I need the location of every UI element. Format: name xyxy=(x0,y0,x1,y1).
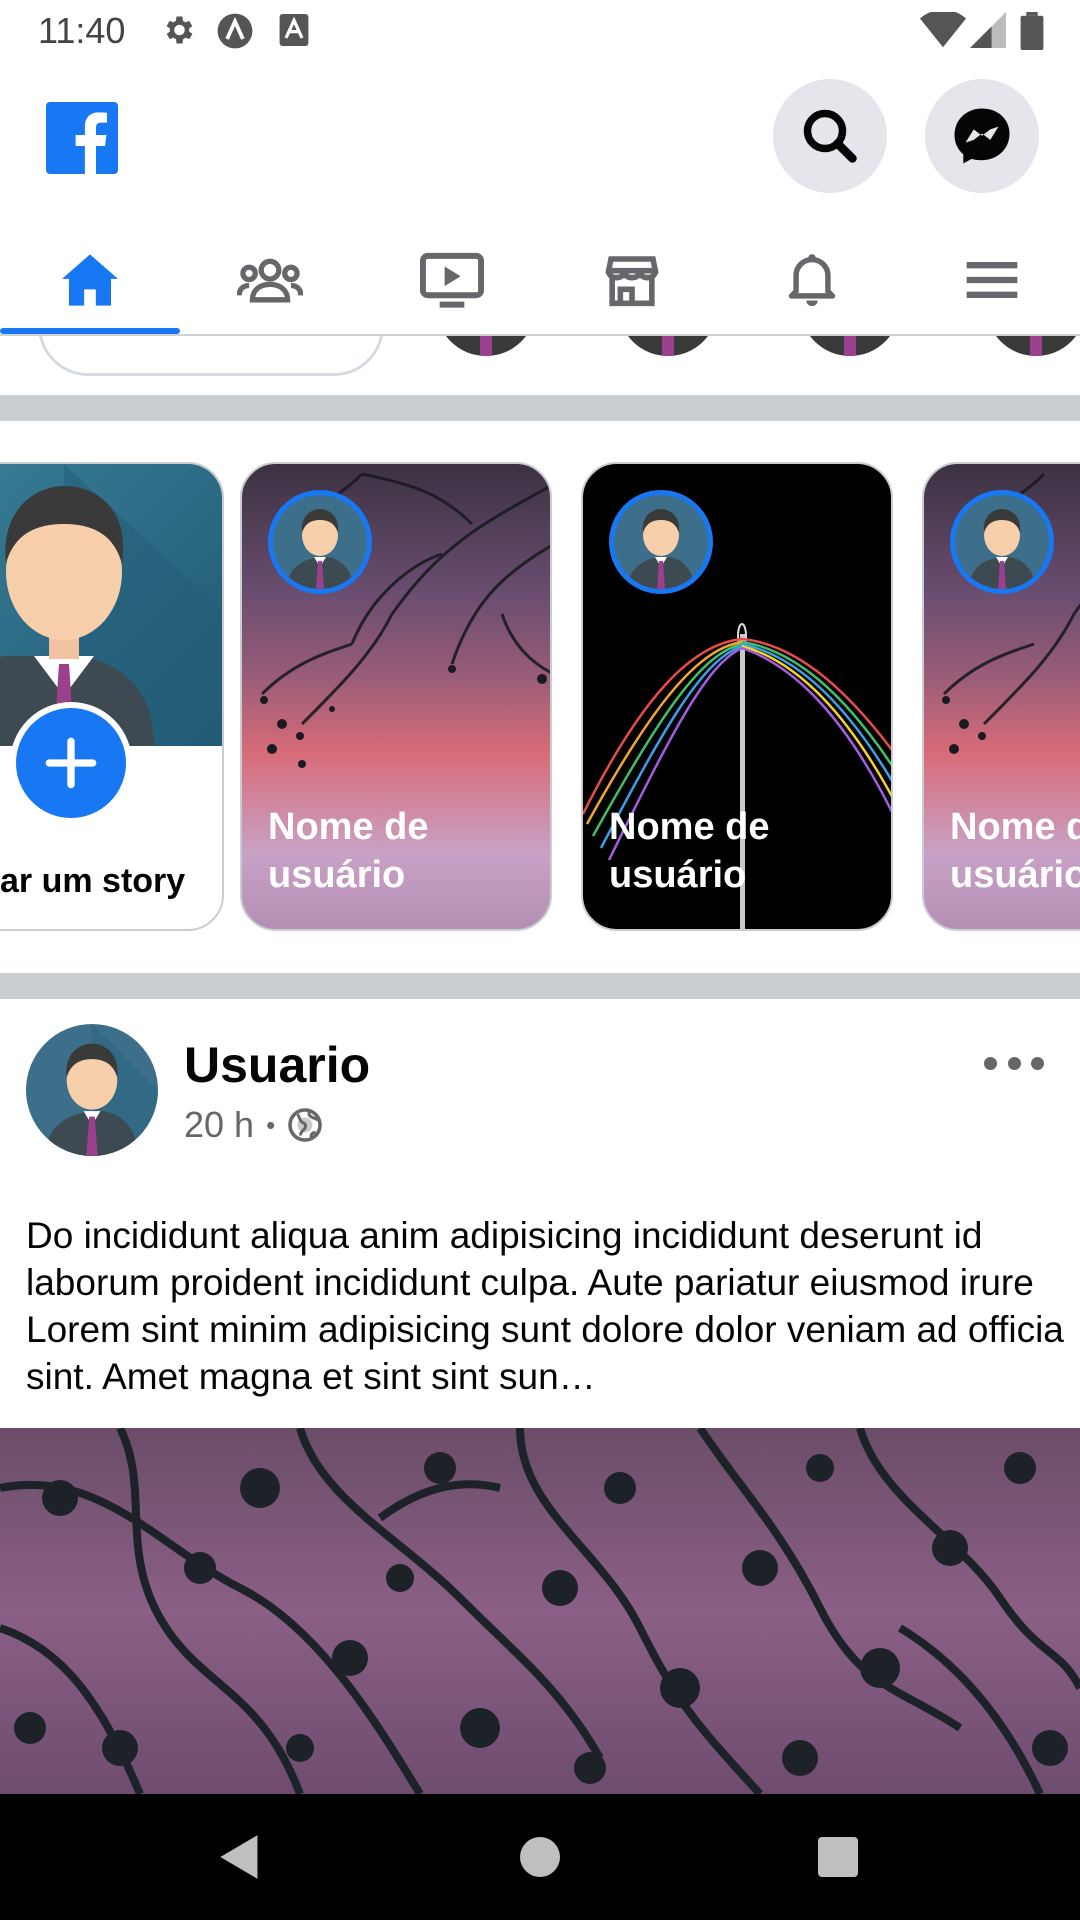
branches-photo xyxy=(0,1428,1080,1794)
globe-icon xyxy=(288,1108,322,1142)
stories-carousel[interactable]: ar um story Nome de usuário Nome de usuá… xyxy=(0,421,1080,974)
messenger-button[interactable] xyxy=(925,79,1039,193)
recents-button[interactable] xyxy=(778,1794,898,1920)
story-username: Nome de usuário xyxy=(950,806,1080,896)
more-dot-icon xyxy=(1031,1056,1044,1070)
gear-icon xyxy=(166,16,193,44)
app-header xyxy=(0,64,1080,214)
add-story-button[interactable] xyxy=(10,702,132,824)
status-time: 11:40 xyxy=(38,10,126,51)
menu-icon xyxy=(966,262,1018,298)
avatar xyxy=(986,336,1080,356)
story-avatar xyxy=(609,490,713,594)
back-icon xyxy=(220,1835,258,1879)
avatar xyxy=(618,336,718,356)
tab-menu[interactable] xyxy=(902,226,1080,334)
cell-signal-icon xyxy=(970,12,1006,48)
watch-icon xyxy=(420,252,484,308)
user-profile-picture xyxy=(0,464,222,746)
person-avatar-illustration xyxy=(0,464,222,746)
post-timestamp[interactable]: 20 h xyxy=(184,1104,254,1146)
recents-square-icon xyxy=(818,1837,858,1877)
person-avatar-illustration xyxy=(969,509,1035,589)
section-divider xyxy=(0,973,1080,999)
person-avatar-illustration xyxy=(287,509,353,589)
person-avatar-illustration xyxy=(45,1024,158,1156)
tab-notifications[interactable] xyxy=(722,226,902,334)
post-image[interactable] xyxy=(0,1428,1080,1794)
post-author-avatar[interactable] xyxy=(26,1024,158,1156)
friends-icon xyxy=(237,258,303,303)
plus-icon xyxy=(45,737,97,789)
post-meta: 20 h • xyxy=(184,1104,323,1146)
home-button[interactable] xyxy=(480,1794,600,1920)
messenger-icon xyxy=(954,108,1010,164)
post-body-text[interactable]: Do incididunt aliqua anim adipisicing in… xyxy=(26,1212,1066,1400)
bell-icon xyxy=(788,254,836,307)
marketplace-icon xyxy=(605,256,659,307)
battery-icon xyxy=(1020,12,1044,50)
a-box-icon xyxy=(279,14,309,46)
system-nav-bar xyxy=(0,1794,1080,1920)
story-username: Nome de usuário xyxy=(609,806,770,896)
search-icon xyxy=(803,109,857,163)
scrolled-story-row xyxy=(0,336,1080,396)
tab-watch[interactable] xyxy=(362,226,542,334)
tab-friends[interactable] xyxy=(180,226,360,334)
post-options-button[interactable] xyxy=(984,1046,1044,1080)
tab-marketplace[interactable] xyxy=(542,226,722,334)
search-button[interactable] xyxy=(773,79,887,193)
tab-bar xyxy=(0,226,1080,336)
story-card[interactable]: Nome de usuário xyxy=(922,462,1080,931)
status-bar: 11:40 xyxy=(0,0,1080,64)
more-dot-icon xyxy=(984,1056,997,1070)
story-username: Nome de usuário xyxy=(268,806,429,896)
wifi-icon xyxy=(920,12,966,48)
facebook-logo[interactable] xyxy=(46,102,118,174)
story-card[interactable]: Nome de usuário xyxy=(581,462,893,931)
meta-separator: • xyxy=(266,1109,276,1140)
story-card[interactable]: Nome de usuário xyxy=(240,462,552,931)
active-tab-indicator xyxy=(0,328,180,334)
home-circle-icon xyxy=(520,1837,560,1877)
avatar xyxy=(800,336,900,356)
home-icon xyxy=(62,254,118,306)
tab-home[interactable] xyxy=(0,226,180,334)
avatar xyxy=(436,336,536,356)
create-post-pill xyxy=(38,336,384,376)
story-avatar xyxy=(268,490,372,594)
story-avatar xyxy=(950,490,1054,594)
back-button[interactable] xyxy=(180,1794,300,1920)
post-author-name[interactable]: Usuario xyxy=(184,1036,370,1094)
create-story-card[interactable]: ar um story xyxy=(0,462,224,931)
more-dot-icon xyxy=(1007,1056,1021,1070)
a-circle-icon xyxy=(217,13,253,49)
section-divider xyxy=(0,395,1080,421)
person-avatar-illustration xyxy=(628,509,694,589)
create-story-label: ar um story xyxy=(0,862,186,900)
